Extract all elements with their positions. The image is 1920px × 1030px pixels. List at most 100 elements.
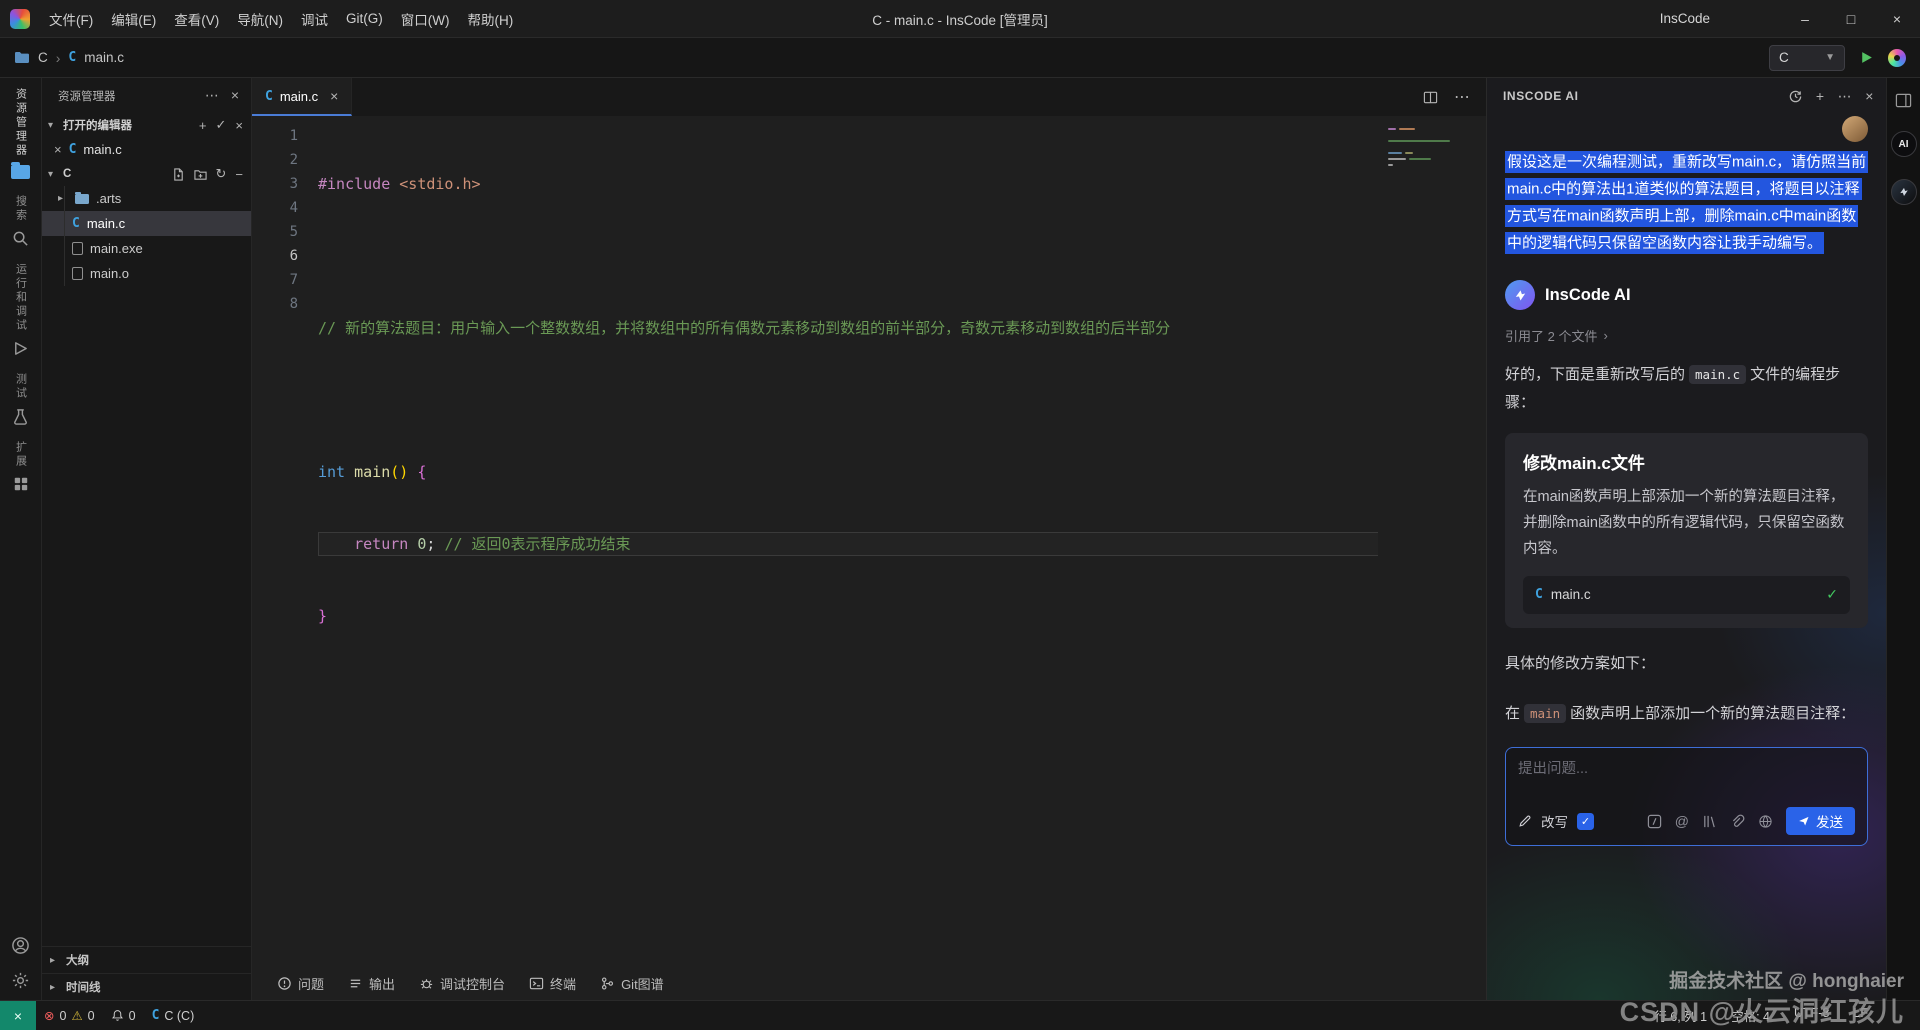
refresh-icon[interactable]: ↻ — [216, 166, 227, 182]
tree-item-name: main.o — [90, 266, 130, 281]
new-file-icon[interactable] — [172, 167, 185, 181]
open-editors-label: 打开的编辑器 — [63, 120, 132, 132]
ai-chat-body: 假设这是一次编程测试，重新改写main.c，请仿照当前main.c中的算法出1道… — [1487, 114, 1886, 1000]
library-icon[interactable] — [1702, 814, 1717, 829]
workspace-section[interactable]: ▾ C ↻ − — [42, 162, 251, 186]
run-button[interactable] — [1859, 50, 1874, 65]
tree-item-file[interactable]: main.exe — [42, 236, 251, 261]
tree-item-file-selected[interactable]: C main.c — [42, 211, 251, 236]
tab-problems[interactable]: 问题 — [266, 967, 335, 1000]
activity-run-debug[interactable]: 运行和调试 — [12, 263, 29, 357]
titlebar-right: InsCode – □ × — [1660, 0, 1920, 37]
more-actions-icon[interactable]: ⋯ — [1454, 87, 1470, 107]
activity-explorer[interactable]: 资源管理器 — [11, 88, 30, 179]
ai-chat-badge[interactable]: AI — [1890, 131, 1917, 157]
error-count: 0 — [59, 1008, 67, 1023]
encoding[interactable]: UTF-8 — [1794, 1006, 1829, 1020]
minimize-button[interactable]: – — [1782, 0, 1828, 37]
assistant-badge[interactable] — [1890, 179, 1917, 205]
account-button[interactable] — [11, 936, 30, 955]
timeline-section[interactable]: ▸ 时间线 — [42, 973, 251, 1000]
globe-icon[interactable] — [1758, 814, 1773, 829]
mention-at-icon[interactable]: @ — [1675, 813, 1689, 829]
breadcrumb-file[interactable]: main.c — [84, 50, 124, 65]
slash-command-icon[interactable] — [1647, 814, 1662, 829]
sidebar-more-icon[interactable]: ⋯ — [205, 87, 219, 104]
open-editor-filename: main.c — [83, 142, 122, 157]
panel-layout-icon[interactable] — [1895, 92, 1912, 109]
breadcrumb: C › C main.c — [14, 50, 124, 66]
new-chat-icon[interactable]: + — [1816, 88, 1825, 104]
send-button[interactable]: 发送 — [1786, 807, 1855, 836]
run-settings-gear-icon[interactable] — [1888, 48, 1906, 67]
activity-extensions[interactable]: 扩展 — [13, 441, 29, 492]
new-untitled-file-icon[interactable]: + — [199, 118, 207, 133]
tab-terminal[interactable]: 终端 — [518, 967, 587, 1000]
rewrite-checkbox[interactable]: ✓ — [1577, 812, 1594, 830]
save-all-icon[interactable]: ✓ — [216, 117, 227, 133]
language-status[interactable]: C C (C) — [144, 1001, 203, 1030]
referenced-files-link[interactable]: 引用了 2 个文件 › — [1505, 326, 1868, 345]
minimap[interactable] — [1378, 116, 1486, 967]
eol-sequence[interactable]: LF — [1853, 1006, 1868, 1020]
notifications-status[interactable]: 0 — [103, 1001, 144, 1030]
editor-tab-active[interactable]: C main.c × — [252, 78, 353, 116]
check-icon: ✓ — [1826, 586, 1838, 603]
run-controls: C ▼ — [1769, 44, 1906, 71]
menu-view[interactable]: 查看(V) — [165, 6, 228, 32]
close-editor-icon[interactable]: × — [54, 142, 62, 157]
problems-counts[interactable]: ⊗ 0 ⚠ 0 — [36, 1001, 103, 1030]
sidebar-close-icon[interactable]: × — [231, 87, 239, 104]
activity-testing[interactable]: 测试 — [12, 373, 29, 425]
menu-edit[interactable]: 编辑(E) — [102, 6, 165, 32]
tab-git-graph[interactable]: Git图谱 — [589, 967, 675, 1000]
menu-navigate[interactable]: 导航(N) — [228, 6, 292, 32]
line-number: 4 — [289, 200, 298, 216]
debug-console-icon — [419, 976, 434, 991]
remote-indicator[interactable]: × — [0, 1001, 36, 1030]
file-icon — [72, 242, 83, 255]
close-button[interactable]: × — [1874, 0, 1920, 37]
split-editor-icon[interactable] — [1423, 90, 1438, 105]
open-editors-section[interactable]: ▾ 打开的编辑器 + ✓ × — [42, 113, 251, 137]
workspace-name: C — [63, 168, 72, 180]
breadcrumb-root[interactable]: C — [38, 50, 48, 65]
tree-item-file[interactable]: main.o — [42, 261, 251, 286]
outline-section[interactable]: ▸ 大纲 — [42, 946, 251, 973]
new-folder-icon[interactable] — [193, 168, 207, 181]
run-target-select[interactable]: C ▼ — [1769, 44, 1845, 71]
activity-search[interactable]: 搜索 — [12, 195, 29, 247]
prompt-input[interactable] — [1518, 761, 1855, 778]
collapse-all-icon[interactable]: − — [235, 167, 243, 182]
menu-window[interactable]: 窗口(W) — [392, 6, 459, 32]
navbar: C › C main.c C ▼ — [0, 38, 1920, 78]
tree-item-folder[interactable]: ▸ .arts — [42, 186, 251, 211]
ide-window: 文件(F) 编辑(E) 查看(V) 导航(N) 调试 Git(G) 窗口(W) … — [0, 0, 1920, 1030]
menu-debug[interactable]: 调试 — [292, 6, 337, 32]
tab-label: Git图谱 — [621, 977, 664, 992]
right-strip: AI — [1886, 78, 1920, 1000]
menu-help[interactable]: 帮助(H) — [458, 6, 522, 32]
menu-file[interactable]: 文件(F) — [40, 6, 102, 32]
open-editor-item[interactable]: × C main.c — [42, 137, 251, 162]
maximize-button[interactable]: □ — [1828, 0, 1874, 37]
tab-output[interactable]: 输出 — [337, 967, 406, 1000]
close-panel-icon[interactable]: × — [1865, 88, 1874, 104]
chevron-collapsed-icon: ▸ — [50, 981, 56, 993]
more-icon[interactable]: ⋯ — [1838, 88, 1853, 105]
chevron-right-icon: › — [55, 49, 61, 66]
code-content[interactable]: #include <stdio.h> // 新的算法题目：用户输入一个整数数组，… — [318, 124, 1486, 967]
settings-button[interactable] — [11, 971, 30, 990]
rewrite-mode-label[interactable]: 改写 — [1541, 811, 1568, 831]
cursor-position[interactable]: 行 6, 列 1 — [1654, 1006, 1707, 1025]
close-all-editors-icon[interactable]: × — [235, 118, 243, 133]
menu-git[interactable]: Git(G) — [337, 8, 392, 29]
attach-paperclip-icon[interactable] — [1730, 814, 1745, 829]
close-tab-icon[interactable]: × — [330, 88, 338, 104]
activity-explorer-label: 资源管理器 — [14, 88, 27, 158]
history-icon[interactable] — [1788, 89, 1803, 104]
indentation[interactable]: 空格: 4 — [1731, 1006, 1770, 1025]
plan-card-file-row[interactable]: C main.c ✓ — [1523, 575, 1850, 614]
code-editor[interactable]: 1 2 3 4 5 6 7 8 #include <stdio.h> // 新的… — [252, 116, 1486, 967]
tab-debug-console[interactable]: 调试控制台 — [408, 967, 516, 1000]
